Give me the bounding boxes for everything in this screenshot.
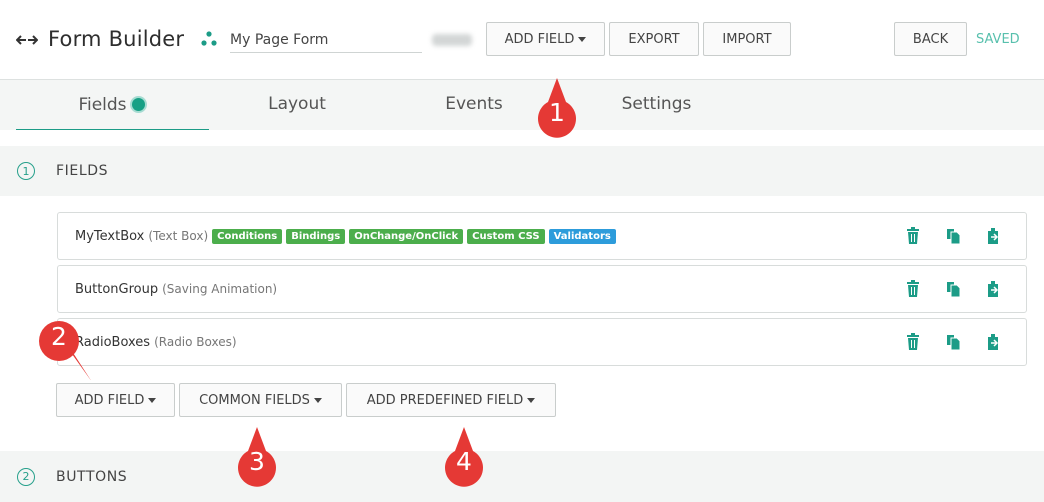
copy-icon[interactable] xyxy=(945,333,961,351)
form-name-input[interactable] xyxy=(230,28,422,53)
clipboard-icon[interactable] xyxy=(985,280,1001,298)
trash-icon[interactable] xyxy=(905,227,921,245)
section-title: FIELDS xyxy=(56,163,109,179)
trash-icon[interactable] xyxy=(905,333,921,351)
field-type: (Text Box) xyxy=(148,229,209,243)
field-name: ButtonGroup xyxy=(75,281,159,297)
add-field-label: ADD FIELD xyxy=(504,31,575,47)
tab-settings[interactable]: Settings xyxy=(563,80,750,128)
field-name: MyTextBox xyxy=(75,228,145,244)
add-field-label: ADD FIELD xyxy=(74,392,145,408)
section-title: BUTTONS xyxy=(56,468,128,485)
badge-validators[interactable]: Validators xyxy=(548,228,616,244)
export-button[interactable]: EXPORT xyxy=(609,22,699,56)
row-actions xyxy=(905,227,1001,245)
field-row-mytextbox[interactable]: MyTextBox (Text Box) Conditions Bindings… xyxy=(57,212,1027,260)
field-row-radioboxes[interactable]: RadioBoxes (Radio Boxes) xyxy=(57,318,1027,366)
clipboard-icon[interactable] xyxy=(985,227,1001,245)
tab-bar: Fields Layout Events Settings xyxy=(0,80,1044,131)
section-fields-header[interactable]: 1 FIELDS xyxy=(0,146,1044,196)
clipboard-icon[interactable] xyxy=(985,333,1001,351)
marker-number: 4 xyxy=(456,447,472,476)
badge-custom-css[interactable]: Custom CSS xyxy=(467,228,545,244)
badge-conditions[interactable]: Conditions xyxy=(212,228,283,244)
annotation-marker-4: 4 xyxy=(441,427,487,487)
tab-fields-label: Fields xyxy=(78,94,127,115)
section-number: 1 xyxy=(17,162,35,180)
caret-down-icon xyxy=(148,398,157,403)
annotation-marker-1: 1 xyxy=(534,78,580,138)
marker-number: 3 xyxy=(249,447,265,476)
copy-icon[interactable] xyxy=(945,227,961,245)
add-field-button-bottom[interactable]: ADD FIELD xyxy=(56,383,175,417)
section-buttons-header[interactable]: 2 BUTTONS xyxy=(0,451,1044,502)
marker-number: 1 xyxy=(549,98,565,127)
dots-icon[interactable] xyxy=(200,30,218,48)
back-button[interactable]: BACK xyxy=(894,22,967,56)
back-arrow-icon[interactable] xyxy=(16,30,38,50)
row-actions xyxy=(905,333,1001,351)
annotation-marker-2: 2 xyxy=(36,320,91,380)
add-predefined-label: ADD PREDEFINED FIELD xyxy=(366,392,524,408)
badge-onchange[interactable]: OnChange/OnClick xyxy=(349,228,464,244)
add-field-button[interactable]: ADD FIELD xyxy=(486,22,605,56)
app-title: Form Builder xyxy=(48,27,185,51)
blurred-text xyxy=(432,34,472,46)
saved-status: SAVED xyxy=(976,32,1020,47)
marker-number: 2 xyxy=(51,322,67,351)
status-dot-icon xyxy=(129,96,147,113)
add-predefined-field-button[interactable]: ADD PREDEFINED FIELD xyxy=(346,383,556,417)
common-fields-button[interactable]: COMMON FIELDS xyxy=(179,383,342,417)
tab-layout[interactable]: Layout xyxy=(209,80,385,128)
section-number: 2 xyxy=(17,467,35,486)
caret-down-icon xyxy=(527,398,536,403)
row-actions xyxy=(905,280,1001,298)
tab-fields[interactable]: Fields xyxy=(16,80,209,131)
caret-down-icon xyxy=(313,398,322,403)
field-row-buttongroup[interactable]: ButtonGroup (Saving Animation) xyxy=(57,265,1027,313)
copy-icon[interactable] xyxy=(945,280,961,298)
top-bar: Form Builder ADD FIELD EXPORT IMPORT BAC… xyxy=(0,0,1044,80)
common-fields-label: COMMON FIELDS xyxy=(199,392,310,408)
annotation-marker-3: 3 xyxy=(234,427,280,487)
caret-down-icon xyxy=(578,37,587,42)
import-button[interactable]: IMPORT xyxy=(703,22,791,56)
trash-icon[interactable] xyxy=(905,280,921,298)
badge-bindings[interactable]: Bindings xyxy=(286,228,346,244)
field-type: (Saving Animation) xyxy=(162,282,278,296)
content-area: 1 FIELDS MyTextBox (Text Box) Conditions… xyxy=(0,130,1044,502)
field-type: (Radio Boxes) xyxy=(154,335,237,349)
